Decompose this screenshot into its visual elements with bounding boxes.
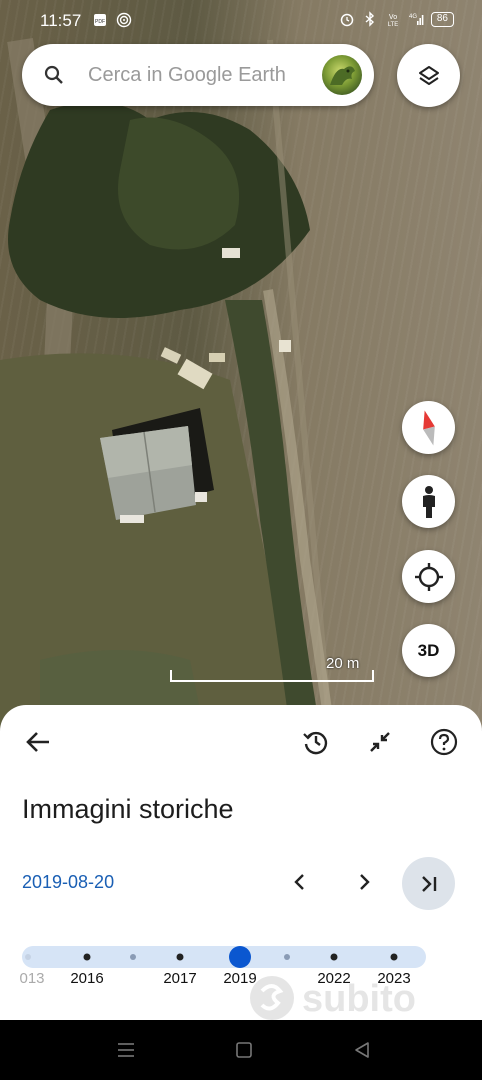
- compass-icon: [422, 410, 435, 445]
- search-bar[interactable]: [22, 44, 374, 106]
- nfc-icon: [116, 12, 132, 28]
- pdf-icon: PDF: [94, 14, 106, 26]
- back-triangle-icon: [355, 1042, 369, 1058]
- timeline-tick: [330, 953, 338, 961]
- history-button[interactable]: [296, 722, 336, 762]
- timeline-tick: [284, 954, 290, 960]
- volte-icon: VoLTE: [388, 14, 399, 27]
- collapse-icon: [370, 732, 390, 752]
- status-time: 11:57: [40, 11, 82, 30]
- chevron-left-icon: [294, 874, 304, 890]
- my-location-icon: [414, 562, 443, 591]
- timeline-tick: [176, 953, 184, 961]
- svg-text:PDF: PDF: [95, 19, 105, 25]
- svg-text:LTE: LTE: [388, 22, 399, 27]
- layers-button[interactable]: [397, 44, 460, 107]
- chevron-right-icon: [360, 874, 370, 890]
- satellite-map[interactable]: 11:57 PDF VoLTE 4G 86 3D: [0, 0, 482, 730]
- timeline-label: 013: [19, 970, 45, 987]
- back-button[interactable]: [18, 722, 58, 762]
- scale-bar: [170, 670, 374, 682]
- collapse-button[interactable]: [360, 722, 400, 762]
- recents-button[interactable]: [114, 1038, 138, 1062]
- status-bar: 11:57 PDF Vo LTE 4G 86: [0, 0, 482, 42]
- next-button[interactable]: [344, 862, 384, 902]
- help-icon: [430, 728, 458, 756]
- svg-text:subito: subito: [302, 978, 416, 1020]
- help-button[interactable]: [424, 722, 464, 762]
- pegman-icon: [422, 485, 435, 518]
- selected-date[interactable]: 2019-08-20: [22, 872, 114, 893]
- compass-button[interactable]: [402, 401, 455, 454]
- signal-4g-icon: 4G: [409, 14, 424, 25]
- back-nav-button[interactable]: [350, 1038, 374, 1062]
- sheet-title: Immagini storiche: [22, 794, 234, 824]
- bluetooth-icon: [365, 11, 374, 27]
- satellite-imagery: [0, 38, 335, 730]
- timeline-tick: [25, 954, 31, 960]
- timeline-thumb[interactable]: [229, 946, 251, 968]
- status-right-icons: Vo LTE 4G 86: [339, 11, 454, 27]
- layers-icon: [418, 65, 439, 85]
- system-navigation-bar: [0, 1020, 482, 1080]
- home-button[interactable]: [232, 1038, 256, 1062]
- timeline-label[interactable]: 2016: [70, 970, 103, 987]
- subito-watermark-logo: subito: [250, 976, 416, 1020]
- latest-button[interactable]: [402, 857, 455, 910]
- search-icon[interactable]: [42, 63, 66, 87]
- 3d-toggle-button[interactable]: 3D: [402, 624, 455, 677]
- search-input[interactable]: [88, 58, 318, 92]
- battery-icon: 86: [430, 11, 454, 27]
- home-square-icon: [236, 1042, 252, 1058]
- 3d-label: 3D: [417, 640, 440, 660]
- timeline-tick: [390, 953, 398, 961]
- menu-icon: [118, 1043, 134, 1057]
- history-icon: [303, 731, 328, 755]
- historical-imagery-sheet: Immagini storiche 2019-08-20 013 2016 20…: [0, 705, 482, 1020]
- timeline-label[interactable]: 2017: [163, 970, 196, 987]
- timeline-tick: [83, 953, 91, 961]
- alarm-icon: [340, 13, 354, 27]
- timeline-slider[interactable]: [22, 946, 426, 968]
- skip-to-end-icon: [421, 875, 436, 892]
- arrow-back-icon: [26, 732, 49, 752]
- dragon-avatar-icon: [330, 66, 355, 85]
- street-view-button[interactable]: [402, 475, 455, 528]
- previous-button[interactable]: [280, 862, 320, 902]
- svg-text:4G: 4G: [409, 14, 417, 20]
- svg-text:Vo: Vo: [389, 14, 397, 21]
- status-left-icons: PDF: [92, 12, 132, 28]
- avatar[interactable]: [322, 55, 362, 95]
- timeline-tick: [130, 954, 136, 960]
- my-location-button[interactable]: [402, 550, 455, 603]
